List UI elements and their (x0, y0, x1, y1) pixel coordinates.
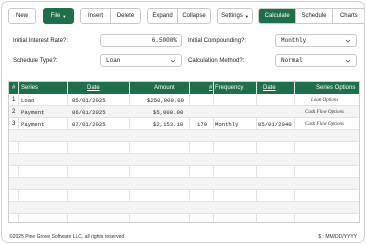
column-header-series-options[interactable]: Series Options (316, 82, 355, 94)
table-row-empty[interactable] (9, 214, 359, 222)
column-header-series[interactable]: Series (21, 82, 38, 94)
tree-button-group: Expand Collapse (147, 8, 211, 24)
column-header-row-number[interactable]: # (12, 82, 15, 94)
amount-cell[interactable]: $2,153.10 (153, 118, 183, 130)
cash-flow-grid: # Series Date Amount # Frequency Date Se… (8, 81, 360, 223)
column-header-count[interactable]: # (209, 82, 212, 94)
caret-down-icon: ▼ (62, 13, 67, 19)
file-menu-label: File (50, 13, 61, 19)
amount-cell[interactable]: $5,000.00 (153, 106, 183, 118)
date-cell[interactable]: 06/01/2025 (72, 106, 106, 118)
format-indicator: $ : MM/DD/YYYY (318, 234, 357, 240)
edit-button-group: Insert Delete (80, 8, 141, 24)
settings-menu-label: Settings (221, 13, 243, 19)
tab-calculate[interactable]: Calculate (259, 9, 297, 23)
initial-interest-rate-input[interactable]: 6.5000% (100, 34, 182, 47)
copyright-text: ©2025 Pine Grove Software LLC, all right… (9, 234, 125, 240)
chevron-down-icon (345, 39, 351, 43)
toolbar: New File ▼ Insert Delete Expand Collapse… (8, 8, 364, 24)
table-row-empty[interactable] (9, 154, 359, 166)
series-cell[interactable]: Loan (21, 94, 34, 106)
column-header-date[interactable]: Date (87, 82, 100, 94)
table-row-empty[interactable] (9, 190, 359, 202)
row-number: 3 (12, 121, 16, 127)
series-options-link[interactable]: Loan Options (311, 94, 338, 106)
date-cell[interactable]: 07/01/2025 (72, 118, 106, 130)
collapse-button[interactable]: Collapse (178, 9, 210, 23)
series-options-link[interactable]: Cash Flow Options (305, 118, 344, 130)
initial-compounding-label: Initial Compounding?: (188, 38, 247, 44)
initial-compounding-select[interactable]: Monthly (275, 34, 357, 47)
series-options-link[interactable]: Cash Flow Options (305, 106, 344, 118)
amount-cell[interactable]: $250,000.00 (147, 94, 184, 106)
tab-schedule[interactable]: Schedule (296, 9, 333, 23)
table-row[interactable]: 3 Payment 07/01/2025 $2,153.10 179 Month… (9, 118, 359, 130)
settings-menu-button[interactable]: Settings ▼ (217, 8, 253, 24)
file-menu-button[interactable]: File ▼ (43, 8, 74, 24)
initial-interest-rate-label: Initial Interest Rate?: (13, 38, 69, 44)
table-row[interactable]: 1 Loan 05/01/2025 $250,000.00 Loan Optio… (9, 94, 359, 106)
new-button[interactable]: New (8, 8, 36, 24)
series-cell[interactable]: Payment (21, 106, 45, 118)
series-cell[interactable]: Payment (21, 118, 45, 130)
schedule-type-label: Schedule Type?: (13, 58, 58, 64)
frequency-cell[interactable]: Monthly (215, 118, 239, 130)
calculation-method-value: Normal (281, 57, 303, 64)
expand-button[interactable]: Expand (148, 9, 179, 23)
table-row-empty[interactable] (9, 142, 359, 154)
schedule-type-value: Loan (106, 57, 121, 64)
initial-compounding-value: Monthly (281, 37, 307, 44)
grid-header: # Series Date Amount # Frequency Date Se… (9, 82, 359, 94)
date-cell[interactable]: 05/01/2025 (72, 94, 106, 106)
column-header-frequency[interactable]: Frequency (215, 82, 243, 94)
table-row[interactable]: 2 Payment 06/01/2025 $5,000.00 Cash Flow… (9, 106, 359, 118)
tab-charts[interactable]: Charts (333, 9, 364, 23)
table-row-empty[interactable] (9, 202, 359, 214)
insert-button[interactable]: Insert (81, 9, 111, 23)
calculation-method-label: Calculation Method?: (188, 58, 245, 64)
view-tab-group: Calculate Schedule Charts (258, 8, 364, 24)
row-number: 2 (12, 109, 16, 115)
count-cell[interactable]: 179 (197, 118, 207, 130)
calculation-method-select[interactable]: Normal (275, 54, 357, 67)
schedule-type-select[interactable]: Loan (100, 54, 182, 67)
chevron-down-icon (170, 59, 176, 63)
column-header-amount[interactable]: Amount (154, 82, 175, 94)
column-header-end-date[interactable]: Date (263, 82, 276, 94)
caret-down-icon: ▼ (244, 13, 249, 19)
chevron-down-icon (345, 59, 351, 63)
end-date-cell[interactable]: 05/01/2040 (258, 118, 292, 130)
table-row-empty[interactable] (9, 166, 359, 178)
table-row-empty[interactable] (9, 178, 359, 190)
table-row-empty[interactable] (9, 130, 359, 142)
delete-button[interactable]: Delete (111, 9, 140, 23)
row-number: 1 (12, 97, 16, 103)
app-window: New File ▼ Insert Delete Expand Collapse… (1, 1, 365, 243)
